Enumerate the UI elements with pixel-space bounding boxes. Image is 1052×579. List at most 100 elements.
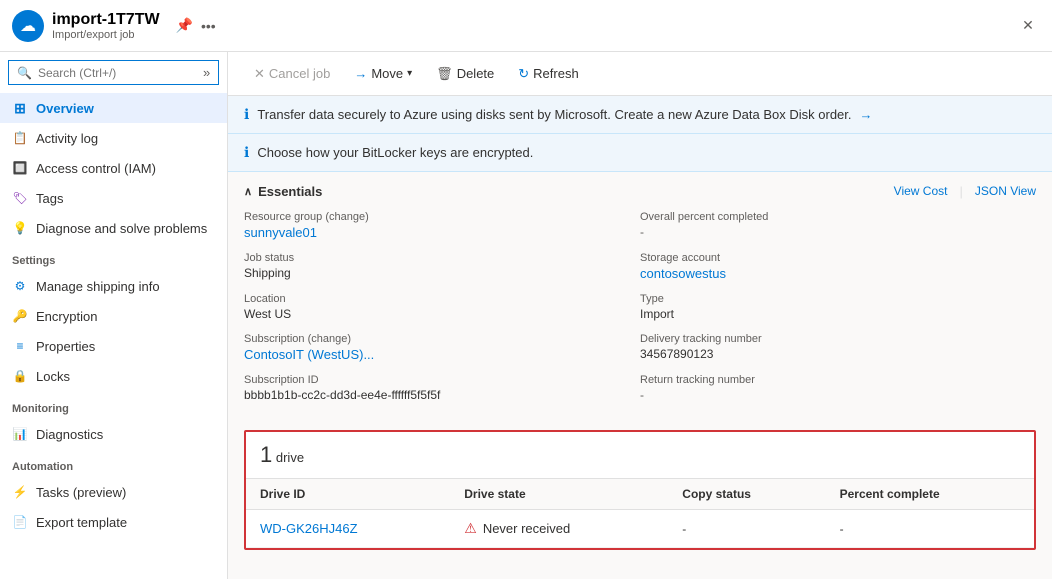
subscription-id-field: Subscription ID bbbb1b1b-cc2c-dd3d-ee4e-… — [244, 370, 640, 410]
drive-state-cell: ⚠ Never received — [450, 510, 668, 548]
job-status-field: Job status Shipping — [244, 248, 640, 289]
cancel-job-button[interactable]: ✕ Cancel job — [244, 61, 340, 87]
delete-icon: 🗑 — [436, 66, 453, 82]
sidebar-label-diagnose: Diagnose and solve problems — [36, 221, 207, 236]
storage-account-field: Storage account contosowestus — [640, 248, 1036, 289]
col-copy-status: Copy status — [668, 479, 825, 510]
return-tracking-field: Return tracking number - — [640, 370, 1036, 410]
collapse-icon[interactable]: » — [199, 65, 214, 80]
subscription-field: Subscription (change) ContosoIT (WestUS)… — [244, 329, 640, 370]
warn-text: Choose how your BitLocker keys are encry… — [257, 145, 533, 160]
drive-state-value: Never received — [483, 521, 570, 536]
main-layout: 🔍 » ⊞ Overview 📋 Activity log 🔲 Access c… — [0, 52, 1052, 579]
resource-group-field: Resource group (change) sunnyvale01 — [244, 207, 640, 248]
type-field: Type Import — [640, 289, 1036, 329]
location-field: Location West US — [244, 289, 640, 329]
drive-id-cell: WD-GK26HJ46Z — [246, 510, 450, 548]
sidebar-label-encryption: Encryption — [36, 309, 97, 324]
resource-group-label: Resource group (change) — [244, 211, 640, 223]
divider: | — [959, 184, 962, 199]
sidebar-label-diagnostics: Diagnostics — [36, 427, 103, 442]
drive-state-status: ⚠ Never received — [464, 520, 654, 537]
close-button[interactable]: ✕ — [1016, 14, 1040, 38]
info-link[interactable]: → — [860, 107, 873, 122]
automation-section-header: Automation — [0, 449, 227, 477]
json-view-link[interactable]: JSON View — [975, 184, 1036, 199]
location-value: West US — [244, 307, 640, 321]
sidebar-item-activity-log[interactable]: 📋 Activity log — [0, 123, 227, 153]
sidebar-item-properties[interactable]: ≡ Properties — [0, 331, 227, 361]
export-template-icon: 📄 — [12, 514, 28, 530]
error-icon: ⚠ — [464, 520, 477, 537]
pin-icon[interactable]: 📌 — [176, 17, 193, 34]
sidebar-item-diagnose[interactable]: 💡 Diagnose and solve problems — [0, 213, 227, 243]
sidebar-label-access-control: Access control (IAM) — [36, 161, 156, 176]
move-button[interactable]: → Move ▾ — [344, 61, 422, 86]
move-chevron-icon: ▾ — [407, 68, 412, 79]
drive-table-head: Drive ID Drive state Copy status Percent… — [246, 479, 1034, 510]
activity-log-icon: 📋 — [12, 130, 28, 146]
sidebar-item-diagnostics[interactable]: 📊 Diagnostics — [0, 419, 227, 449]
resource-group-value: sunnyvale01 — [244, 225, 640, 240]
more-icon[interactable]: ••• — [201, 18, 216, 34]
access-control-icon: 🔲 — [12, 160, 28, 176]
return-tracking-label: Return tracking number — [640, 374, 1036, 386]
overall-percent-value: - — [640, 225, 1036, 239]
overall-percent-label: Overall percent completed — [640, 211, 1036, 223]
sidebar-item-overview[interactable]: ⊞ Overview — [0, 93, 227, 123]
overview-icon: ⊞ — [12, 100, 28, 116]
subscription-id-value: bbbb1b1b-cc2c-dd3d-ee4e-ffffff5f5f5f — [244, 388, 640, 402]
settings-section-header: Settings — [0, 243, 227, 271]
title-actions: 📌 ••• — [176, 17, 216, 34]
sidebar: 🔍 » ⊞ Overview 📋 Activity log 🔲 Access c… — [0, 52, 228, 579]
job-status-value: Shipping — [244, 266, 640, 280]
drive-section: 1 drive Drive ID Drive state Copy status… — [244, 430, 1036, 550]
chevron-up-icon[interactable]: ∧ — [244, 185, 252, 198]
sidebar-item-shipping[interactable]: ⚙ Manage shipping info — [0, 271, 227, 301]
resource-group-link[interactable]: sunnyvale01 — [244, 225, 317, 240]
drive-label: drive — [276, 450, 304, 465]
sidebar-item-access-control[interactable]: 🔲 Access control (IAM) — [0, 153, 227, 183]
sidebar-label-tasks: Tasks (preview) — [36, 485, 126, 500]
diagnose-icon: 💡 — [12, 220, 28, 236]
view-cost-link[interactable]: View Cost — [894, 184, 948, 199]
subscription-link[interactable]: ContosoIT (WestUS)... — [244, 347, 374, 362]
sidebar-label-activity-log: Activity log — [36, 131, 98, 146]
drive-count: 1 — [260, 442, 272, 467]
job-status-label: Job status — [244, 252, 640, 264]
search-input[interactable] — [38, 66, 193, 80]
essentials-grid: Resource group (change) sunnyvale01 Over… — [228, 207, 1052, 422]
drive-id-link[interactable]: WD-GK26HJ46Z — [260, 521, 358, 536]
type-label: Type — [640, 293, 1036, 305]
move-icon: → — [354, 66, 367, 81]
sidebar-item-encryption[interactable]: 🔑 Encryption — [0, 301, 227, 331]
delivery-tracking-label: Delivery tracking number — [640, 333, 1036, 345]
col-percent-complete: Percent complete — [826, 479, 1034, 510]
storage-account-link[interactable]: contosowestus — [640, 266, 726, 281]
diagnostics-icon: 📊 — [12, 426, 28, 442]
encryption-icon: 🔑 — [12, 308, 28, 324]
info-icon: ℹ — [244, 106, 249, 123]
delete-button[interactable]: 🗑 Delete — [426, 61, 504, 87]
drive-table-header-row: Drive ID Drive state Copy status Percent… — [246, 479, 1034, 510]
sidebar-item-export-template[interactable]: 📄 Export template — [0, 507, 227, 537]
essentials-actions: View Cost | JSON View — [894, 184, 1036, 199]
info-text: Transfer data securely to Azure using di… — [257, 107, 851, 122]
warn-icon: ℹ — [244, 144, 249, 161]
app-icon: ☁ — [12, 10, 44, 42]
drive-header: 1 drive — [246, 432, 1034, 479]
sidebar-label-locks: Locks — [36, 369, 70, 384]
essentials-label: Essentials — [258, 184, 322, 199]
sidebar-item-tasks[interactable]: ⚡ Tasks (preview) — [0, 477, 227, 507]
monitoring-section-header: Monitoring — [0, 391, 227, 419]
refresh-button[interactable]: ↻ Refresh — [508, 61, 588, 87]
title-text: import-1T7TW Import/export job — [52, 11, 160, 41]
search-box[interactable]: 🔍 » — [8, 60, 219, 85]
sidebar-item-locks[interactable]: 🔒 Locks — [0, 361, 227, 391]
refresh-icon: ↻ — [518, 66, 529, 82]
sidebar-item-tags[interactable]: 🏷 Tags — [0, 183, 227, 213]
tasks-icon: ⚡ — [12, 484, 28, 500]
page-subtitle: Import/export job — [52, 29, 160, 41]
locks-icon: 🔒 — [12, 368, 28, 384]
storage-account-value: contosowestus — [640, 266, 1036, 281]
